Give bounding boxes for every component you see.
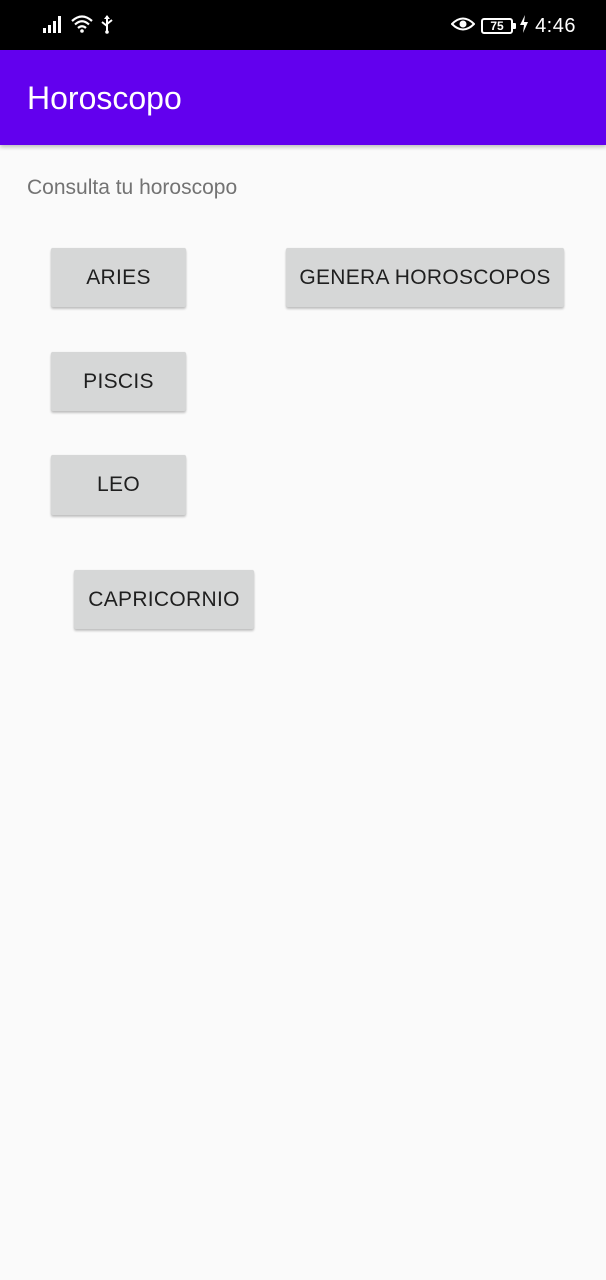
genera-horoscopos-button[interactable]: GENERA HOROSCOPOS [286,248,564,307]
status-time: 4:46 [535,14,576,37]
eye-icon [450,15,476,38]
usb-icon [100,14,114,39]
aries-button[interactable]: ARIES [51,248,186,307]
wifi-icon [70,14,94,39]
piscis-button[interactable]: PISCIS [51,352,186,411]
battery-icon: 75 [481,18,517,34]
app-bar: Horoscopo [0,50,606,145]
status-bar: 75 4:46 [0,0,606,50]
leo-button[interactable]: LEO [51,455,186,515]
charging-icon [519,14,529,38]
app-title: Horoscopo [27,80,182,116]
status-right-icons: 75 4:46 [450,11,576,41]
signal-icon [42,15,64,38]
subtitle-text: Consulta tu horoscopo [27,176,238,199]
status-left-icons [42,13,114,39]
capricornio-button[interactable]: CAPRICORNIO [74,570,254,629]
battery-level: 75 [490,19,504,33]
